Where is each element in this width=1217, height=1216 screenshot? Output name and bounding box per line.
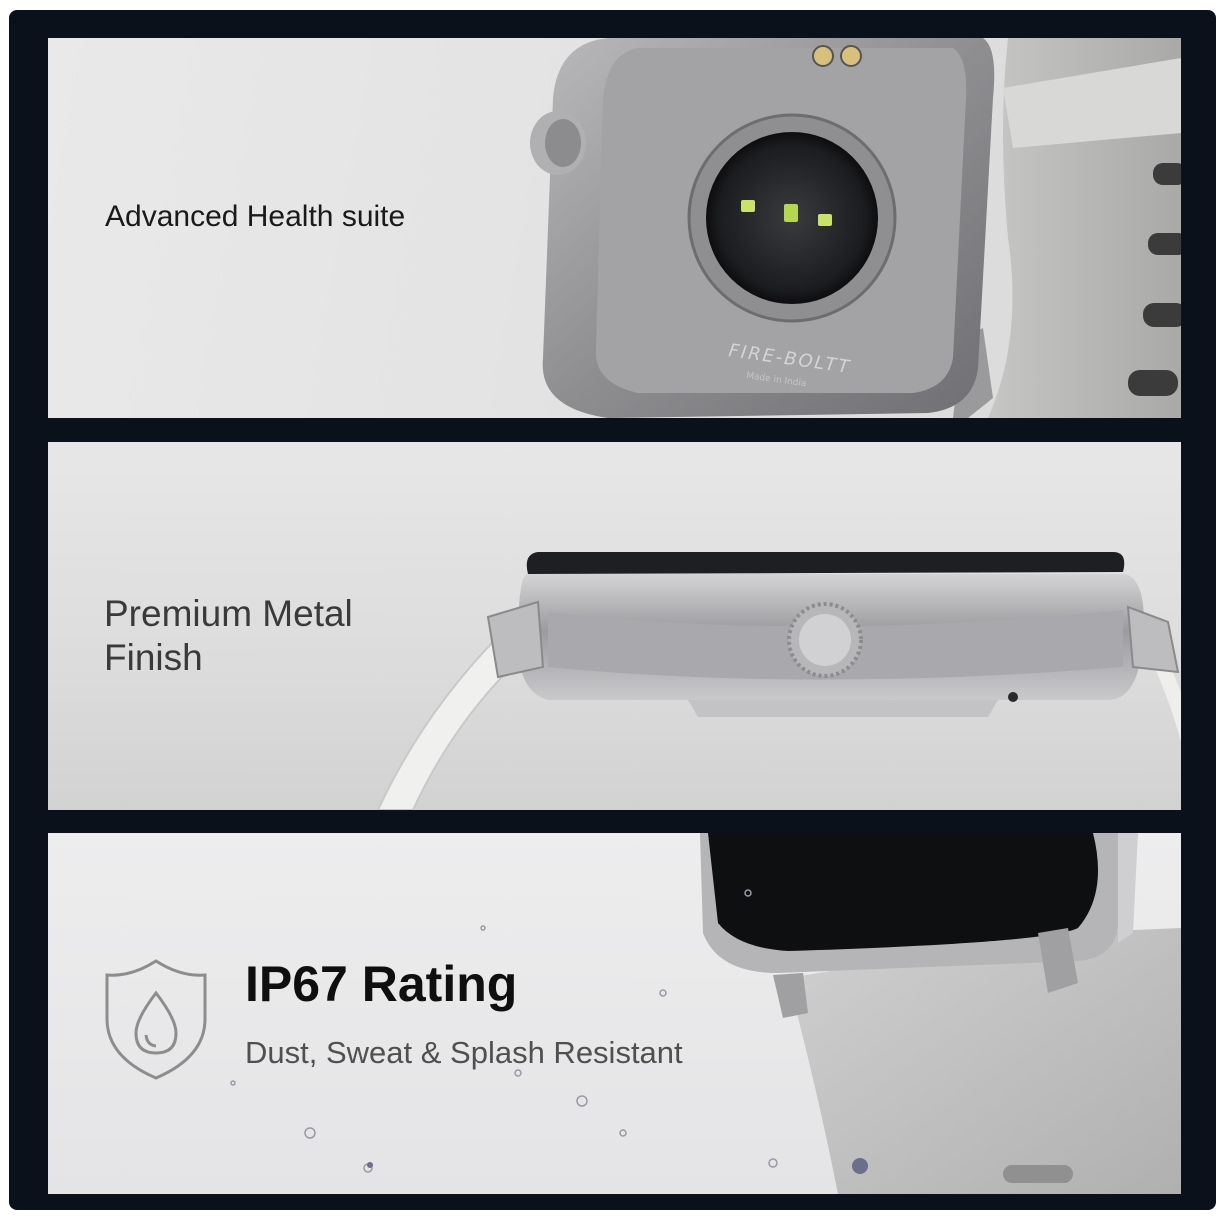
panel-metal-finish: Premium Metal Finish <box>48 442 1181 810</box>
panel-ip67: IP67 Rating Dust, Sweat & Splash Resista… <box>48 833 1181 1194</box>
watch-back-illustration: FIRE-BOLTT Made in India <box>530 38 1181 418</box>
watch-front-illustration <box>230 833 1181 1194</box>
water-droplets <box>230 889 778 1173</box>
panel-health-suite: Advanced Health suite FIRE-BOLTT Made in… <box>48 38 1181 418</box>
watch-side-illustration <box>376 552 1181 810</box>
feature-banner: Advanced Health suite FIRE-BOLTT Made in… <box>9 10 1216 1210</box>
